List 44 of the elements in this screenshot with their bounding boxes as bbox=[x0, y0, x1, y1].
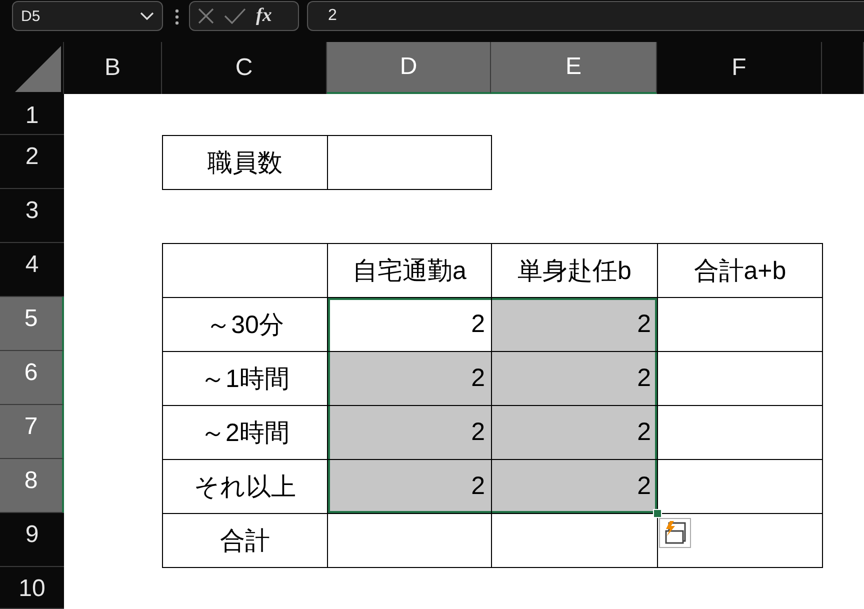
row-header[interactable]: 10 bbox=[0, 567, 64, 609]
table-cell[interactable]: 合計 bbox=[163, 514, 327, 567]
cancel-icon[interactable] bbox=[198, 8, 214, 24]
quick-analysis-icon[interactable] bbox=[659, 518, 691, 548]
row-header[interactable]: 3 bbox=[0, 189, 64, 243]
table-cell[interactable]: 2 bbox=[492, 298, 657, 351]
table-cell[interactable]: ～30分 bbox=[163, 298, 327, 351]
table-cell[interactable]: 合計a+b bbox=[658, 244, 822, 297]
more-icon[interactable] bbox=[175, 9, 179, 25]
row-header[interactable]: 5 bbox=[0, 297, 64, 351]
table-cell[interactable]: 2 bbox=[492, 352, 657, 405]
row-header[interactable]: 2 bbox=[0, 135, 64, 189]
insert-function-button[interactable]: fx bbox=[256, 5, 272, 27]
row-header[interactable]: 6 bbox=[0, 351, 64, 405]
table-cell[interactable]: 2 bbox=[492, 460, 657, 513]
table-cell[interactable]: 自宅通勤a bbox=[328, 244, 491, 297]
table-cell[interactable]: 2 bbox=[328, 406, 491, 459]
row-header[interactable]: 9 bbox=[0, 513, 64, 567]
table-cell[interactable]: ～2時間 bbox=[163, 406, 327, 459]
check-icon[interactable] bbox=[224, 8, 246, 24]
column-header[interactable] bbox=[822, 42, 864, 94]
table-cell[interactable]: 職員数 bbox=[163, 136, 327, 189]
table-cell[interactable]: 2 bbox=[328, 460, 491, 513]
column-header[interactable]: D bbox=[327, 42, 491, 94]
name-box[interactable]: D5 bbox=[12, 1, 163, 31]
column-header[interactable]: E bbox=[491, 42, 657, 94]
row-header[interactable]: 7 bbox=[0, 405, 64, 459]
table-cell[interactable]: 2 bbox=[328, 298, 491, 351]
select-all-button[interactable] bbox=[0, 42, 64, 94]
row-header[interactable]: 1 bbox=[0, 94, 64, 135]
row-header[interactable]: 4 bbox=[0, 243, 64, 297]
formula-field[interactable]: 2 bbox=[307, 1, 864, 31]
column-header[interactable]: B bbox=[64, 42, 162, 94]
table-cell[interactable]: 単身赴任b bbox=[492, 244, 657, 297]
table-cell[interactable]: それ以上 bbox=[163, 460, 327, 513]
table-cell[interactable]: ～1時間 bbox=[163, 352, 327, 405]
table-cell[interactable]: 2 bbox=[492, 406, 657, 459]
chevron-down-icon[interactable] bbox=[140, 12, 154, 20]
table-cell[interactable]: 2 bbox=[328, 352, 491, 405]
cell-reference: D5 bbox=[21, 8, 40, 24]
column-header[interactable]: F bbox=[657, 42, 822, 94]
row-header[interactable]: 8 bbox=[0, 459, 64, 513]
fill-handle[interactable] bbox=[653, 509, 662, 518]
column-header[interactable]: C bbox=[162, 42, 327, 94]
